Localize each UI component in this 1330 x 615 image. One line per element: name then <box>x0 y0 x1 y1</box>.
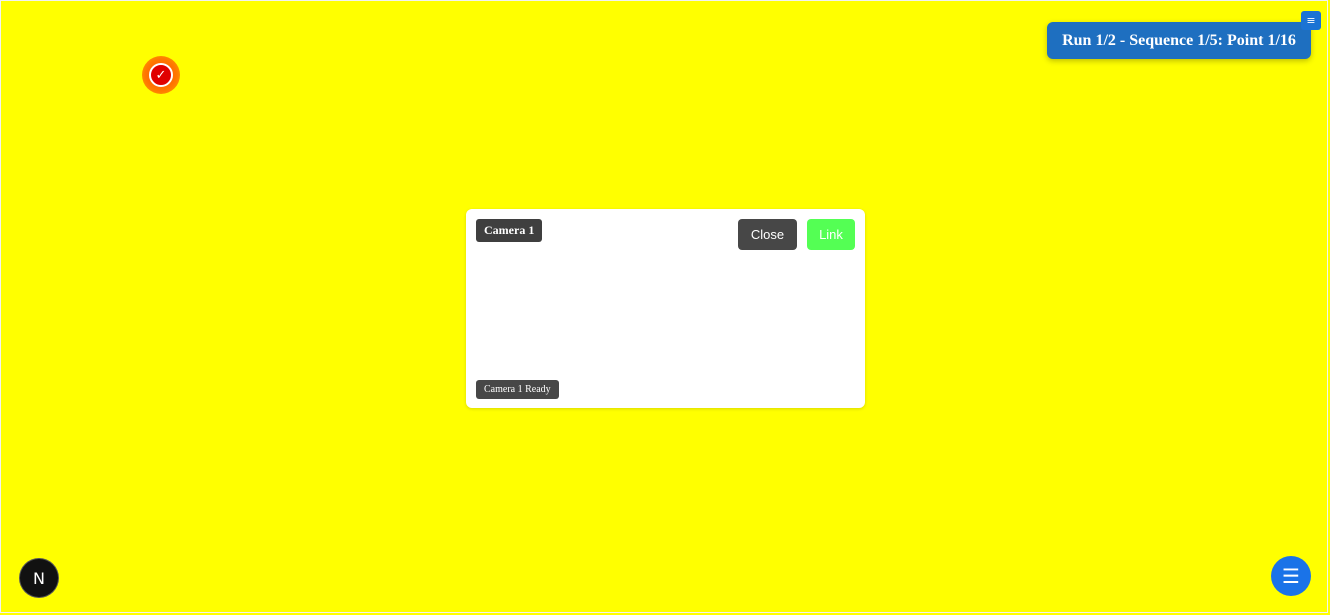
hamburger-icon[interactable]: ≡ <box>1301 11 1321 30</box>
link-button[interactable]: Link <box>807 219 855 250</box>
n-logo-icon[interactable]: N <box>20 559 58 597</box>
camera-status-badge: Camera 1 Ready <box>476 380 559 399</box>
camera-panel: Camera 1 Close Link Camera 1 Ready <box>466 209 865 408</box>
calibration-target[interactable]: ✓ <box>142 56 180 94</box>
camera-title: Camera 1 <box>476 219 543 242</box>
progress-banner: Run 1/2 - Sequence 1/5: Point 1/16 <box>1047 22 1311 59</box>
menu-icon[interactable]: ☰ <box>1271 556 1311 596</box>
close-button[interactable]: Close <box>738 219 797 250</box>
checkmark-icon: ✓ <box>149 63 173 87</box>
